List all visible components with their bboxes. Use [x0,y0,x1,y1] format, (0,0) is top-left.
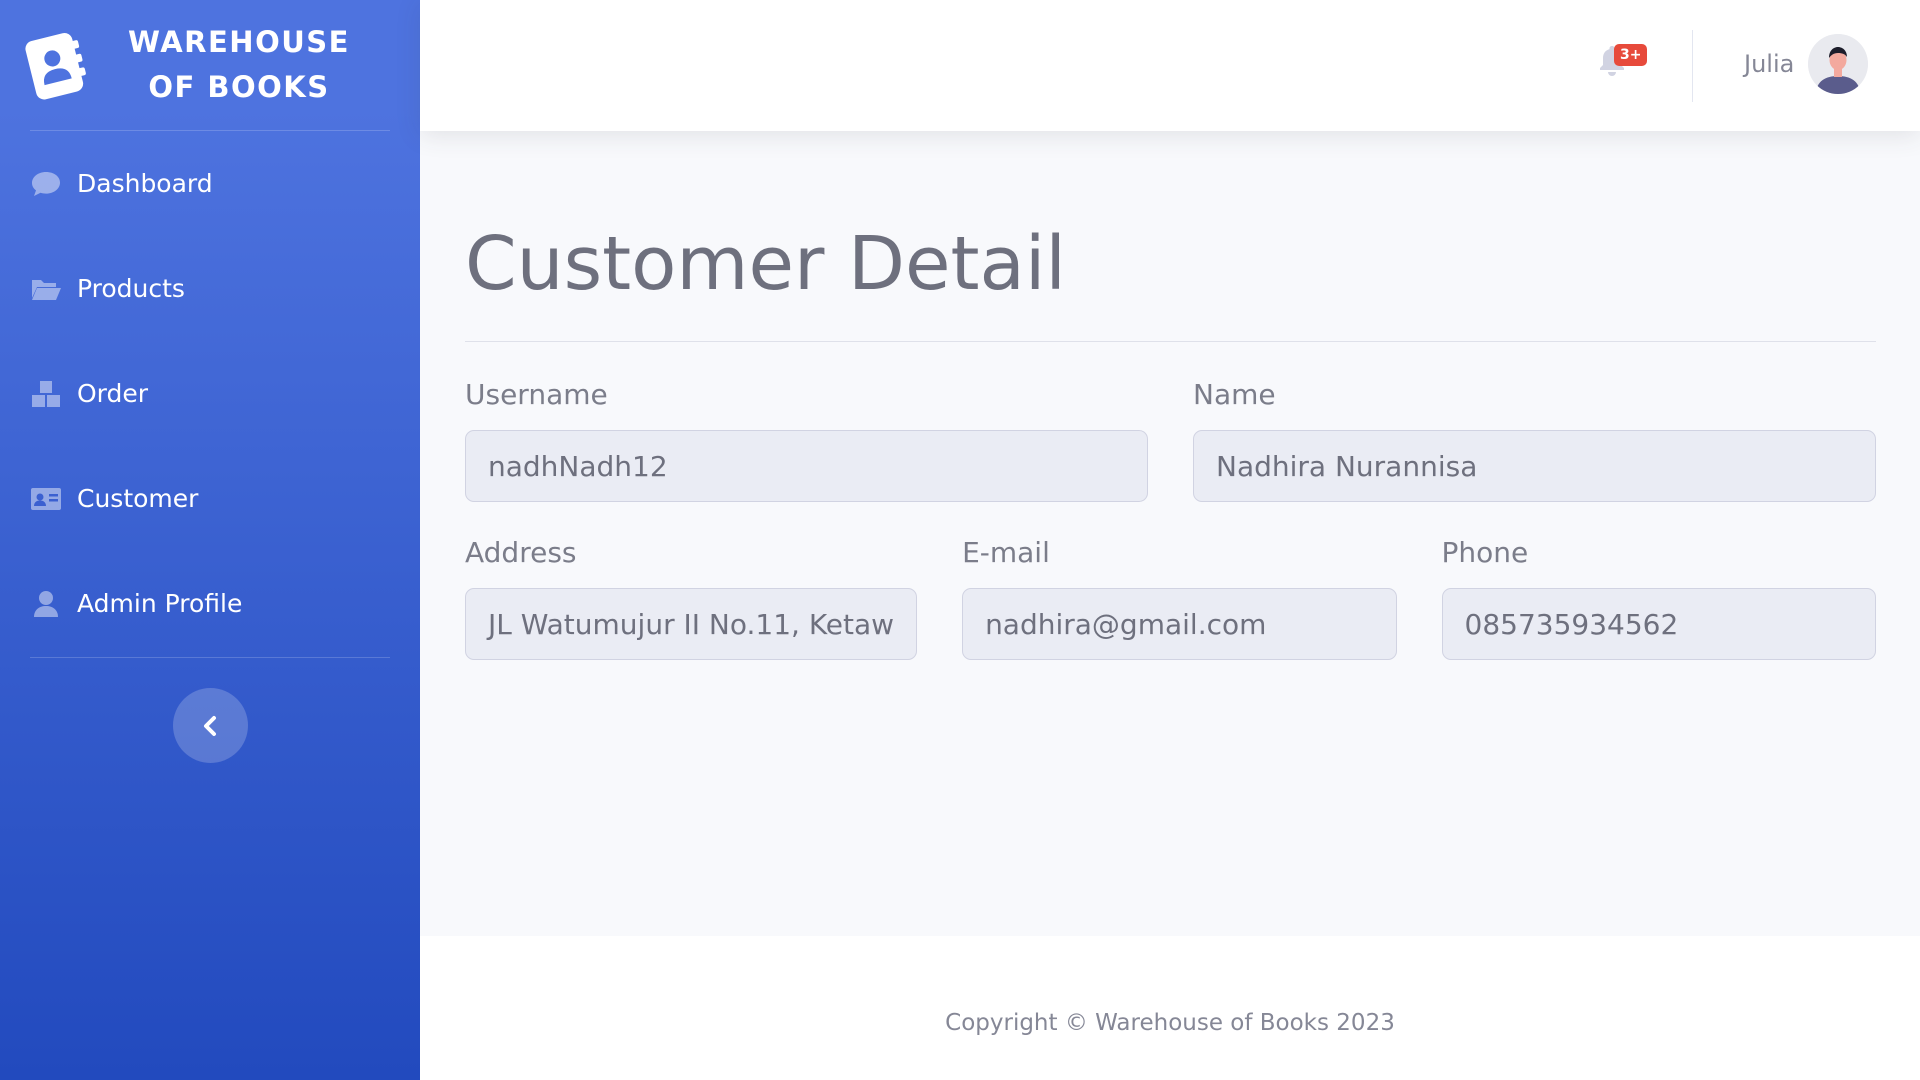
sidebar-item-customer[interactable]: Customer [0,446,420,551]
boxes-icon [30,378,62,410]
phone-group: Phone 085735934562 [1441,536,1876,660]
topbar: 3+ Julia [420,0,1920,131]
name-group: Name Nadhira Nurannisa [1193,378,1876,502]
sidebar-nav: Dashboard Products Order Customer Admin … [0,131,420,656]
phone-label: Phone [1441,536,1529,569]
notification-badge: 3+ [1614,44,1648,66]
address-field[interactable]: JL Watumujur II No.11, Ketaw [465,588,918,660]
chevron-left-icon [204,715,216,736]
address-book-icon [22,30,88,100]
sidebar-item-label: Customer [77,484,199,513]
avatar[interactable] [1808,34,1868,94]
form-row-2: Address JL Watumujur II No.11, Ketaw E-m… [465,536,1876,660]
user-icon [30,588,62,620]
folder-open-icon [30,273,62,305]
sidebar-item-dashboard[interactable]: Dashboard [0,131,420,236]
username-field[interactable]: nadhNadh12 [465,430,1148,502]
form-row-1: Username nadhNadh12 Name Nadhira Nuranni… [465,378,1876,502]
id-card-icon [30,483,62,515]
footer: Copyright © Warehouse of Books 2023 [420,936,1920,1080]
username-group: Username nadhNadh12 [465,378,1148,502]
sidebar-toggle-button[interactable] [172,688,248,763]
user-avatar-icon [1808,34,1868,94]
email-group: E-mail nadhira@gmail.com [962,536,1397,660]
sidebar-item-order[interactable]: Order [0,341,420,446]
address-group: Address JL Watumujur II No.11, Ketaw [465,536,918,660]
email-field[interactable]: nadhira@gmail.com [962,588,1397,660]
sidebar: WAREHOUSE OF BOOKS Dashboard Products Or… [0,0,420,1080]
user-name[interactable]: Julia [1744,50,1794,78]
sidebar-item-label: Products [77,274,185,303]
sidebar-item-label: Order [77,379,149,408]
copyright-text: Copyright © Warehouse of Books 2023 [945,1010,1395,1036]
brand-line-2: OF BOOKS [148,70,330,104]
address-label: Address [465,536,577,569]
username-label: Username [465,378,608,411]
sidebar-item-products[interactable]: Products [0,236,420,341]
sidebar-toggle-wrap [0,658,420,763]
brand-line-1: WAREHOUSE [128,25,350,59]
page-title: Customer Detail [465,221,1066,307]
title-divider [465,341,1876,342]
name-label: Name [1193,378,1276,411]
sidebar-item-label: Dashboard [77,169,213,198]
main-content: Customer Detail Username nadhNadh12 Name… [465,131,1876,660]
email-label: E-mail [962,536,1050,569]
name-field[interactable]: Nadhira Nurannisa [1193,430,1876,502]
brand-name: WAREHOUSE OF BOOKS [88,20,420,110]
phone-field[interactable]: 085735934562 [1441,588,1876,660]
topbar-divider [1692,30,1693,102]
brand[interactable]: WAREHOUSE OF BOOKS [0,0,420,130]
comment-icon [30,168,62,200]
sidebar-item-label: Admin Profile [77,589,243,618]
sidebar-item-admin-profile[interactable]: Admin Profile [0,551,420,656]
